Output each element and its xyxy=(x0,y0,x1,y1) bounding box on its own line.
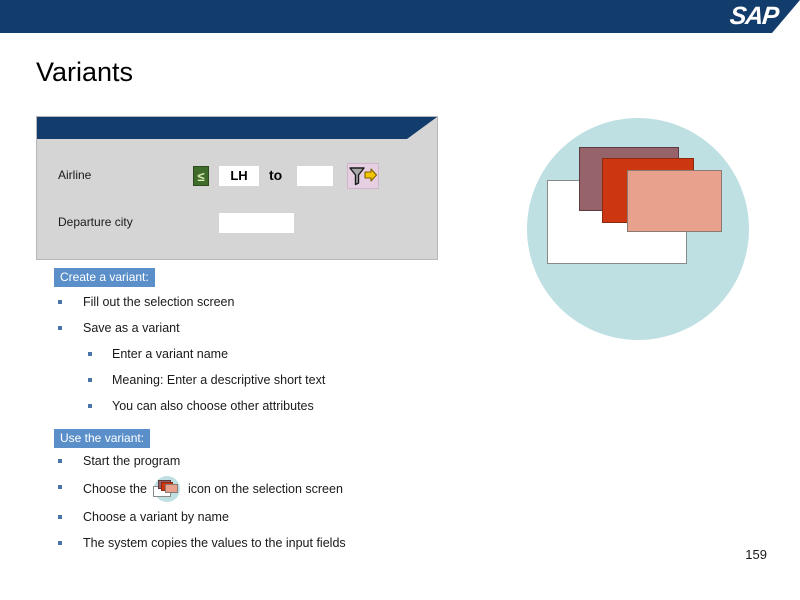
list-item: Start the program xyxy=(54,448,474,474)
section-heading-create-variant: Create a variant: xyxy=(54,268,155,287)
variant-icon[interactable] xyxy=(152,475,183,502)
field-row-airline: Airline ≤ LH to xyxy=(37,163,437,189)
bullet-list-create-variant: Fill out the selection screen Save as a … xyxy=(54,289,474,419)
selection-screen-panel: Airline ≤ LH to Departure city xyxy=(36,116,438,260)
header-divider xyxy=(0,33,800,35)
slide-body-content: Create a variant: Fill out the selection… xyxy=(54,268,474,556)
panel-titlebar xyxy=(37,117,437,139)
page-title: Variants xyxy=(36,57,134,87)
list-item-text-after-icon: icon on the selection screen xyxy=(187,482,343,496)
airline-to-input[interactable] xyxy=(297,166,333,186)
illustration-rect-salmon xyxy=(627,170,722,232)
list-item: You can also choose other attributes xyxy=(54,393,474,419)
list-item: Save as a variant xyxy=(54,315,474,341)
section-2: Use the variant: xyxy=(54,429,474,448)
list-item: Enter a variant name xyxy=(54,341,474,367)
page-number: 159 xyxy=(745,547,767,562)
slide-header-bar: SAP xyxy=(0,0,800,33)
variant-stack-illustration xyxy=(527,118,749,340)
departure-city-input[interactable] xyxy=(219,213,294,233)
filter-arrow-icon-svg xyxy=(349,167,378,186)
variant-icon-rect-salmon xyxy=(164,484,178,493)
field-row-departure-city: Departure city xyxy=(37,212,437,236)
departure-city-label: Departure city xyxy=(58,215,133,229)
filter-arrow-icon[interactable] xyxy=(347,163,379,189)
list-item: Fill out the selection screen xyxy=(54,289,474,315)
list-item-choose-icon: Choose the icon on the selection screen xyxy=(54,474,474,504)
airline-label: Airline xyxy=(58,168,92,182)
list-item: Meaning: Enter a descriptive short text xyxy=(54,367,474,393)
section-heading-use-variant: Use the variant: xyxy=(54,429,151,448)
bullet-list-use-variant: Start the program Choose the icon on the… xyxy=(54,448,474,556)
list-item: The system copies the values to the inpu… xyxy=(54,530,474,556)
list-item: Choose a variant by name xyxy=(54,504,474,530)
airline-sign-button[interactable]: ≤ xyxy=(193,166,209,186)
airline-from-input[interactable]: LH xyxy=(219,166,259,186)
airline-to-label: to xyxy=(269,167,283,183)
list-item-text-before-icon: Choose the xyxy=(83,482,147,496)
section-1: Create a variant: xyxy=(54,268,474,287)
sap-logo: SAP xyxy=(728,2,780,30)
